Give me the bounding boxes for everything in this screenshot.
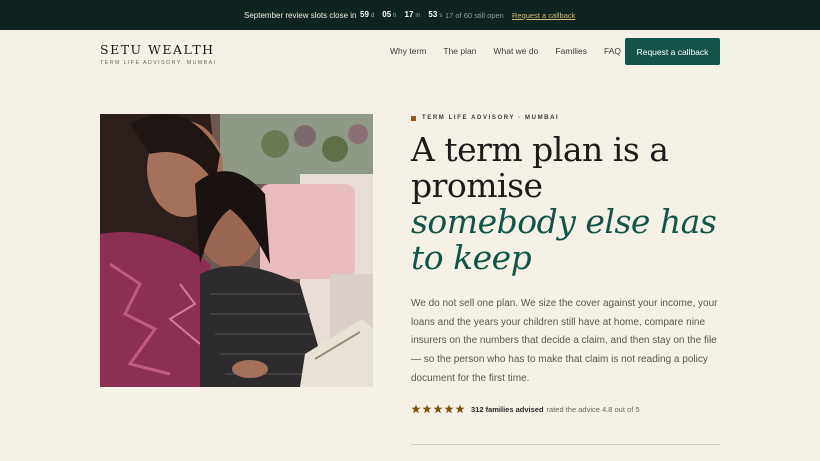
eyebrow-text: TERM LIFE ADVISORY · MUMBAI xyxy=(422,115,560,121)
families-count: 312 families advised xyxy=(471,404,544,414)
headline-emphasis: somebody else has to keep xyxy=(411,202,717,277)
slots-remaining: 17 of 60 still open xyxy=(445,11,504,20)
star-icon xyxy=(444,404,454,414)
countdown-days: 59 d xyxy=(360,10,375,19)
star-icon xyxy=(455,404,465,414)
star-icon xyxy=(433,404,443,414)
section-divider xyxy=(411,444,720,445)
nav-faq[interactable]: FAQ xyxy=(604,46,621,56)
announcement-bar: September review slots close in 59 d 05 h … xyxy=(0,0,820,30)
headline-main: A term plan is a promise xyxy=(411,130,669,205)
eyebrow-square-icon xyxy=(411,115,416,121)
brand-tagline: TERM LIFE ADVISORY, MUMBAI xyxy=(100,60,217,66)
hero-photo xyxy=(100,114,373,387)
main-nav: Why term The plan What we do Families FA… xyxy=(390,46,621,56)
rating-summary: 312 families advised rated the advice 4.… xyxy=(411,404,640,414)
nav-the-plan[interactable]: The plan xyxy=(443,46,476,56)
star-icon xyxy=(422,404,432,414)
nav-why-term[interactable]: Why term xyxy=(390,46,426,56)
hero-headline: A term plan is a promise somebody else h… xyxy=(411,132,731,276)
topbar-callback-link[interactable]: Request a callback xyxy=(512,11,575,20)
countdown-seconds: 53 s xyxy=(428,10,443,19)
countdown-minutes: 17 m xyxy=(404,10,421,19)
star-icon xyxy=(411,404,421,414)
countdown-hours: 05 h xyxy=(382,10,397,19)
hero-eyebrow: TERM LIFE ADVISORY · MUMBAI xyxy=(411,115,559,121)
nav-what-we-do[interactable]: What we do xyxy=(493,46,538,56)
countdown-timer: 59 d 05 h 17 m 53 s xyxy=(360,10,442,19)
brand-name: SETU WEALTH xyxy=(100,42,215,57)
rating-stars xyxy=(411,404,465,414)
request-callback-button[interactable]: Request a callback xyxy=(625,38,720,65)
hero-body-text: We do not sell one plan. We size the cov… xyxy=(411,298,718,384)
rating-text: rated the advice 4.8 out of 5 xyxy=(546,404,640,414)
brand-logo[interactable]: SETU WEALTH TERM LIFE ADVISORY, MUMBAI xyxy=(100,42,216,66)
announcement-text: September review slots close in xyxy=(244,11,357,20)
nav-families[interactable]: Families xyxy=(555,46,587,56)
